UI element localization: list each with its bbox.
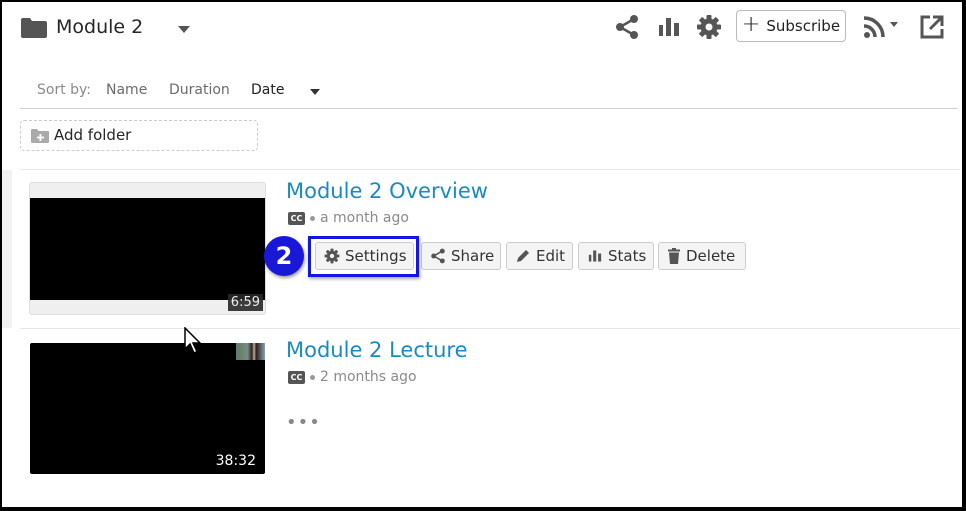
selected-row-indicator: [2, 170, 12, 328]
more-actions-button[interactable]: •••: [286, 412, 321, 433]
share-button[interactable]: Share: [421, 242, 501, 270]
rss-dropdown-caret[interactable]: [890, 22, 898, 27]
folder-header: Module 2 + Subscribe: [2, 2, 962, 62]
sort-by-date[interactable]: Date: [251, 82, 284, 98]
video-meta: CC a month ago: [288, 210, 409, 226]
gear-icon[interactable]: [696, 14, 722, 40]
plus-icon: +: [741, 12, 761, 37]
webcam-overlay-image: [236, 343, 265, 360]
video-thumbnail[interactable]: 6:59: [29, 182, 266, 315]
share-icon: [431, 248, 445, 264]
edit-button[interactable]: Edit: [506, 242, 573, 270]
mouse-cursor-icon: [184, 327, 202, 355]
subscribe-label: Subscribe: [766, 17, 841, 35]
video-age: 2 months ago: [320, 369, 417, 385]
row-divider: [20, 169, 960, 170]
bar-chart-icon[interactable]: [656, 14, 682, 40]
sort-by-name[interactable]: Name: [106, 82, 147, 98]
annotation-step-badge: 2: [264, 236, 304, 276]
sort-direction-caret-icon[interactable]: [310, 89, 320, 95]
folder-title: Module 2: [56, 16, 144, 38]
separator-dot: [310, 374, 315, 380]
external-link-icon[interactable]: [919, 14, 945, 40]
video-age: a month ago: [320, 210, 409, 226]
video-title-link[interactable]: Module 2 Overview: [286, 179, 488, 203]
stats-button[interactable]: Stats: [578, 242, 654, 270]
bar-chart-icon: [588, 250, 602, 262]
row-divider: [20, 328, 960, 329]
sort-bar: Sort by: Name Duration Date: [20, 80, 958, 109]
folder-icon: [21, 18, 47, 38]
folder-dropdown-caret[interactable]: [178, 26, 190, 33]
video-thumbnail[interactable]: 38:32: [30, 343, 265, 474]
closed-captions-icon: CC: [288, 370, 305, 384]
video-meta: CC 2 months ago: [288, 369, 417, 385]
sort-label: Sort by:: [37, 82, 92, 98]
trash-icon: [668, 248, 680, 264]
video-duration: 38:32: [215, 453, 256, 469]
rss-icon[interactable]: [862, 14, 888, 40]
separator-dot: [310, 215, 315, 221]
delete-button[interactable]: Delete: [658, 242, 746, 270]
edit-label: Edit: [536, 247, 566, 265]
video-duration: 6:59: [227, 294, 263, 311]
video-title-link[interactable]: Module 2 Lecture: [286, 338, 468, 362]
pencil-icon: [517, 250, 529, 262]
delete-label: Delete: [686, 247, 736, 265]
share-icon[interactable]: [614, 14, 640, 40]
closed-captions-icon: CC: [288, 211, 305, 225]
stats-label: Stats: [608, 247, 647, 265]
thumbnail-image: [30, 198, 265, 300]
add-folder-label: Add folder: [54, 126, 132, 144]
add-folder-button[interactable]: Add folder: [20, 120, 258, 151]
share-label: Share: [451, 247, 495, 265]
sort-by-duration[interactable]: Duration: [169, 82, 230, 98]
add-folder-icon: [31, 129, 49, 143]
annotation-highlight-box: [308, 236, 419, 277]
subscribe-button[interactable]: + Subscribe: [736, 10, 846, 42]
page-frame: Module 2 + Subscribe Sort by: Name Durat…: [2, 2, 962, 507]
